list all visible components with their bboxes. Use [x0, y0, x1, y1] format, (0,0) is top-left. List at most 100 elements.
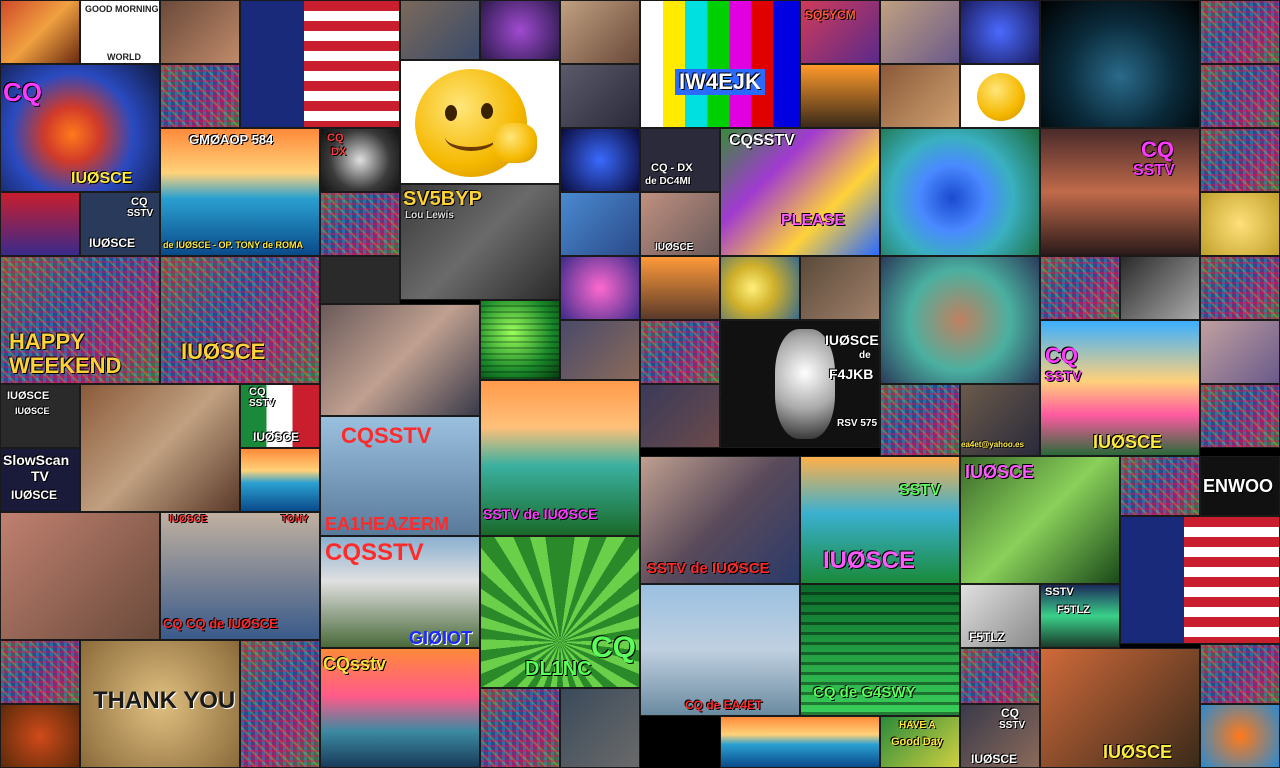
sstv-tile-food: [0, 0, 80, 64]
thank-you-label: THANK YOU: [93, 687, 236, 714]
sstv-tile-small-9: [640, 320, 720, 384]
callsign-label: SQ5YCM: [805, 8, 856, 22]
sstv-label: SSTV: [127, 208, 154, 219]
sstv-de-label: SSTV de IUØSCE: [483, 506, 598, 522]
good-day-label: Good Day: [891, 736, 943, 748]
callsign-label: IUØSCE: [655, 242, 694, 253]
sstv-tile-duck: [720, 256, 800, 320]
sstv-tile-shack: [560, 64, 640, 128]
sstv-tile-face: [0, 512, 160, 640]
slowscan-label: SlowScan: [3, 452, 70, 468]
cq-de-label: CQ de EA4ET: [685, 698, 763, 712]
left-eye: [445, 105, 457, 121]
sstv-tile-sstv-de-iu0sce: SSTV de IUØSCE: [640, 456, 800, 584]
callsign-label: IUØSCE: [1103, 742, 1173, 762]
sstv-tile-small-23: [1200, 320, 1280, 384]
sstv-tile-cowgirl: [880, 64, 960, 128]
callsign-label: IUØSCE: [965, 462, 1035, 482]
sstv-tile-fish: CQ IUØSCE: [0, 64, 160, 192]
sstv-tile-dl1nc: CQ DL1NC: [480, 536, 640, 688]
sstv-tile-airplane: [640, 256, 720, 320]
dx-label: DX: [331, 146, 347, 158]
email-label: ea4et@yahoo.es: [961, 440, 1024, 449]
callsign-label: IUØSCE: [181, 339, 266, 364]
sstv-tile-woman: [560, 0, 640, 64]
have-a-label: HAVE A: [899, 720, 936, 731]
sstv-tile-mushroom: [480, 0, 560, 60]
sstv-tile-small-11: [720, 392, 722, 394]
cqsstv-title: CQSSTV: [325, 539, 424, 566]
sstv-tile-happy-weekend: HAPPY WEEKEND: [0, 256, 160, 384]
cq-label: CQ: [1045, 343, 1078, 368]
cq-de-label: CQ CQ de IUØSCE: [163, 616, 278, 631]
callsign-label: IUØSCE: [1093, 432, 1163, 452]
sstv-tile-operator: [400, 0, 480, 60]
dest-callsign: F4JKB: [829, 366, 874, 382]
cq-label: CQ: [1001, 706, 1019, 720]
sstv-tile-noise-face: [160, 64, 240, 128]
sstv-tile-aurora: SSTV F5TLZ: [1040, 584, 1120, 648]
cq-label: CQ: [327, 132, 344, 144]
sstv-tile-cq-dx-dc4mi: CQ - DX de DC4MI: [640, 128, 720, 192]
sstv-tile-small-15: [1040, 256, 1120, 320]
sstv-tile-man-hat: [800, 256, 880, 320]
cqsstv-title: CQSSTV: [729, 132, 795, 149]
sstv-tile-flag-rider-2: [1120, 516, 1280, 644]
sstv-tile-gorilla: CQSSTV EA1HEAZERM: [320, 416, 480, 536]
operator-name: Lou Lewis: [405, 210, 454, 221]
smile-mouth: [445, 123, 497, 151]
sstv-tile-helicopter: [80, 384, 240, 512]
sstv-tile-small-13: [880, 384, 960, 456]
kenwood-label: ENWOO: [1203, 476, 1273, 496]
sstv-tile-cartoon: [960, 64, 1040, 128]
happy-label: HAPPY: [9, 329, 85, 354]
sstv-tile-small-2: [320, 192, 400, 256]
sstv-tile-flag-small: CQ SSTV IUØSCE: [240, 384, 320, 448]
sstv-tile-iu0sce-blue: [960, 0, 1040, 64]
sstv-tile-sunset-flowers: CQsstv: [320, 648, 480, 768]
sstv-tile-colosseum: CQ SSTV: [1040, 128, 1200, 256]
sstv-tile-jungle: IUØSCE: [960, 456, 1120, 584]
sstv-label: SSTV: [249, 398, 276, 409]
sstv-tile-person: [320, 304, 480, 416]
sstv-tile-silhouette: [800, 64, 880, 128]
sstv-tile-smiley: [400, 60, 560, 184]
callsign-label: IUØSCE: [971, 752, 1018, 766]
sstv-tile-small-22: [1200, 256, 1280, 320]
good-morning-label: GOOD MORNING: [85, 4, 159, 14]
rsv-label: RSV 575: [837, 418, 878, 429]
sstv-tile-small-24: [1200, 384, 1280, 448]
cq-label: CQ: [3, 77, 42, 107]
sstv-tile-sunset-small: [240, 448, 320, 512]
pointing-hand-icon: [493, 123, 537, 163]
sstv-tile-mars: IUØSCE de F4JKB RSV 575: [720, 320, 880, 448]
callsign-title: GMØAOP 584: [189, 132, 274, 147]
callsign-label: IUØSCE: [253, 430, 300, 444]
sstv-tile-skull: CQ DX: [320, 128, 400, 192]
callsign-label: IUØSCE: [7, 390, 50, 402]
header-right: TONY: [281, 514, 309, 525]
callsign-label: F5TLZ: [969, 630, 1005, 644]
sstv-tile-kenwood: ENWOO: [1200, 456, 1280, 516]
cq-label: CQ: [591, 631, 636, 664]
callsign-label: IW4EJK: [675, 69, 765, 95]
sstv-tile-small-20: [1200, 128, 1280, 192]
sstv-tile-interview: IUØSCE TONY CQ CQ de IUØSCE: [160, 512, 320, 640]
sstv-tile-blue-parrot: [880, 128, 1040, 256]
sstv-tile-beach-bottom: [720, 716, 880, 768]
de-dc4mi-label: de DC4MI: [645, 176, 691, 187]
sstv-tile-mail: ea4et@yahoo.es: [960, 384, 1040, 456]
sstv-tile-small-3: [320, 256, 400, 304]
sstv-tile-small-21: [1200, 192, 1280, 256]
cq-label: CQ: [1141, 137, 1174, 162]
callsign-label: F5TLZ: [1057, 604, 1090, 616]
callsign-label: GIØIOT: [409, 628, 472, 648]
cq-label: CQ: [249, 386, 266, 398]
sstv-tile-portrait: [160, 0, 240, 64]
sstv-label: SSTV: [999, 720, 1026, 731]
sstv-tile-van: CQSSTV GIØIOT: [320, 536, 480, 648]
sstv-label: SSTV: [899, 482, 941, 499]
sstv-tile-sq5ycm: SQ5YCM: [800, 0, 880, 64]
sstv-tile-slowscan: SlowScan TV IUØSCE: [0, 448, 80, 512]
cqsstv-title: CQsstv: [323, 654, 387, 674]
